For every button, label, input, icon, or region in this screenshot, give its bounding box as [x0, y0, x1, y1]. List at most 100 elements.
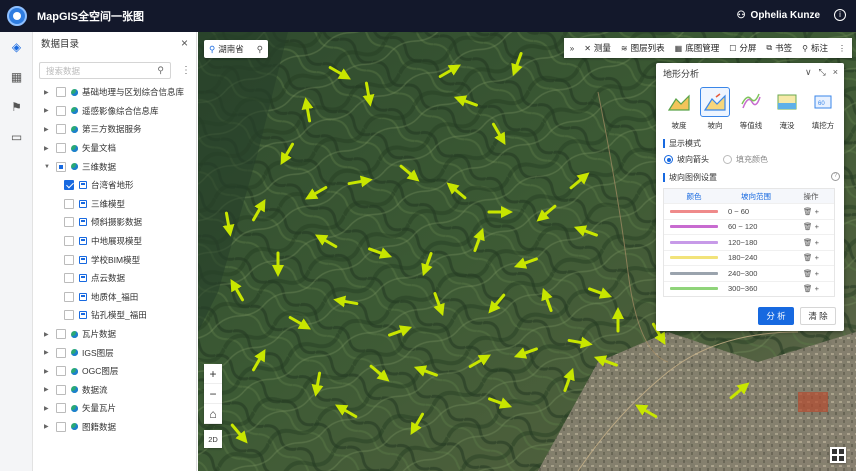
help-icon[interactable]: ? [831, 172, 840, 181]
legend-range[interactable]: 180~240 [724, 253, 788, 262]
clear-button[interactable]: 清 除 [800, 307, 836, 325]
monitor-icon[interactable]: ▭ [0, 122, 33, 152]
caret-right-icon[interactable]: ▶ [44, 126, 52, 133]
search-icon[interactable]: ⚲ [257, 44, 263, 55]
legend-row-actions[interactable]: 🗑 + [788, 284, 834, 293]
caret-right-icon[interactable]: ▶ [44, 145, 52, 152]
checkbox[interactable] [64, 180, 74, 191]
caret-right-icon[interactable]: ▶ [44, 368, 52, 375]
checkbox[interactable] [56, 161, 66, 172]
caret-right-icon[interactable]: ▶ [44, 331, 52, 338]
layers-icon[interactable]: ◈ [0, 32, 33, 62]
toolbar-item-more[interactable]: ⋮ [838, 44, 846, 53]
tree-child-item[interactable]: 地质体_福田 [33, 288, 196, 307]
toolbar-item-split-screen[interactable]: ☐ 分屏 [729, 42, 756, 54]
tree-item[interactable]: ▶ 遥感影像综合信息库 [33, 102, 196, 121]
tree-item[interactable]: ▶ IGS图层 [33, 343, 196, 362]
checkbox[interactable] [64, 291, 74, 302]
tree-item[interactable]: ▼ 三维数据 [33, 157, 196, 176]
legend-color-cell[interactable] [664, 240, 724, 244]
info-icon[interactable]: i [834, 9, 846, 21]
tool-flood[interactable]: 淹没 [769, 87, 805, 131]
tree-item[interactable]: ▶ 矢量瓦片 [33, 399, 196, 418]
tool-slope[interactable]: 坡度 [661, 87, 697, 131]
toolbar-item-layer-list[interactable]: ≋ 图层列表 [621, 42, 665, 54]
toolbar-item-basemap[interactable]: ▦ 底图管理 [675, 42, 720, 54]
tree-item[interactable]: ▶ 图籍数据 [33, 418, 196, 437]
legend-range[interactable]: 60 ~ 120 [724, 222, 788, 231]
grid-icon[interactable]: ▦ [0, 62, 33, 92]
legend-color-cell[interactable] [664, 256, 724, 260]
basemap-switch-icon[interactable] [830, 447, 846, 463]
region-selector[interactable]: ⚲ 湖南省 ⚲ [204, 40, 268, 58]
view-mode-button[interactable]: 2D [204, 430, 222, 448]
toolbar-item-expand[interactable]: » [570, 44, 574, 53]
checkbox[interactable] [56, 384, 66, 395]
caret-down-icon[interactable]: ▼ [44, 164, 52, 170]
checkbox[interactable] [64, 217, 74, 228]
tree-item[interactable]: ▶ 瓦片数据 [33, 325, 196, 344]
color-swatch[interactable] [670, 240, 718, 244]
flag-icon[interactable]: ⚑ [0, 92, 33, 122]
checkbox[interactable] [56, 421, 66, 432]
user-menu[interactable]: ⚇ Ophelia Kunze [737, 10, 820, 21]
legend-row-actions[interactable]: 🗑 + [788, 269, 834, 278]
legend-range[interactable]: 120~180 [724, 238, 788, 247]
radio-arrow-mode[interactable]: 坡向箭头 [664, 154, 709, 165]
checkbox[interactable] [56, 143, 66, 154]
tool-aspect[interactable]: 坡向 [697, 87, 733, 131]
legend-color-cell[interactable] [664, 209, 724, 213]
color-swatch[interactable] [670, 287, 718, 291]
tool-cut-fill[interactable]: 60 填挖方 [805, 87, 841, 131]
more-options-icon[interactable]: ⋮ [181, 65, 191, 76]
tree-item[interactable]: ▶ 矢量文档 [33, 139, 196, 158]
legend-range[interactable]: 0 ~ 60 [724, 207, 788, 216]
tree-item[interactable]: ▶ OGC图层 [33, 362, 196, 381]
tree-child-item[interactable]: 钻孔模型_福田 [33, 306, 196, 325]
tool-contour[interactable]: 等值线 [733, 87, 769, 131]
checkbox[interactable] [56, 329, 66, 340]
search-icon[interactable]: ⚲ [157, 65, 164, 76]
checkbox[interactable] [56, 87, 66, 98]
legend-color-cell[interactable] [664, 287, 724, 291]
radio-button[interactable] [664, 155, 673, 164]
tree-child-item[interactable]: 台湾省地形 [33, 176, 196, 195]
color-swatch[interactable] [670, 225, 718, 229]
checkbox[interactable] [56, 366, 66, 377]
catalog-search-input[interactable]: 搜索数据 ⚲ [39, 62, 171, 79]
caret-right-icon[interactable]: ▶ [44, 107, 52, 114]
checkbox[interactable] [56, 347, 66, 358]
legend-color-cell[interactable] [664, 225, 724, 229]
legend-range[interactable]: 240~300 [724, 269, 788, 278]
caret-right-icon[interactable]: ▶ [44, 405, 52, 412]
radio-fill-mode[interactable]: 填充颜色 [723, 154, 768, 165]
color-swatch[interactable] [670, 256, 718, 260]
toolbar-item-marker[interactable]: ⚲ 标注 [802, 42, 828, 54]
collapse-icon[interactable]: ∨ [805, 67, 812, 78]
legend-color-cell[interactable] [664, 271, 724, 275]
close-icon[interactable]: × [833, 67, 838, 78]
checkbox[interactable] [64, 273, 74, 284]
checkbox[interactable] [64, 236, 74, 247]
analyze-button[interactable]: 分 析 [758, 307, 794, 325]
tree-child-item[interactable]: 倾斜摄影数据 [33, 213, 196, 232]
legend-row-actions[interactable]: 🗑 + [788, 238, 834, 247]
checkbox[interactable] [56, 403, 66, 414]
legend-row-actions[interactable]: 🗑 + [788, 207, 834, 216]
checkbox[interactable] [64, 254, 74, 265]
radio-button[interactable] [723, 155, 732, 164]
color-swatch[interactable] [670, 209, 718, 213]
tree-item[interactable]: ▶ 基础地理与区划综合信息库 [33, 83, 196, 102]
caret-right-icon[interactable]: ▶ [44, 349, 52, 356]
fullscreen-icon[interactable]: ⤡ [819, 67, 826, 78]
tree-child-item[interactable]: 中地展现模型 [33, 232, 196, 251]
legend-row-actions[interactable]: 🗑 + [788, 222, 834, 231]
tree-item[interactable]: ▶ 数据流 [33, 381, 196, 400]
caret-right-icon[interactable]: ▶ [44, 89, 52, 96]
legend-range[interactable]: 300~360 [724, 284, 788, 293]
zoom-out-button[interactable]: − [204, 384, 222, 404]
tree-child-item[interactable]: 三维模型 [33, 195, 196, 214]
toolbar-item-measure[interactable]: ✕ 测量 [584, 42, 611, 54]
caret-right-icon[interactable]: ▶ [44, 423, 52, 430]
tree-child-item[interactable]: 点云数据 [33, 269, 196, 288]
